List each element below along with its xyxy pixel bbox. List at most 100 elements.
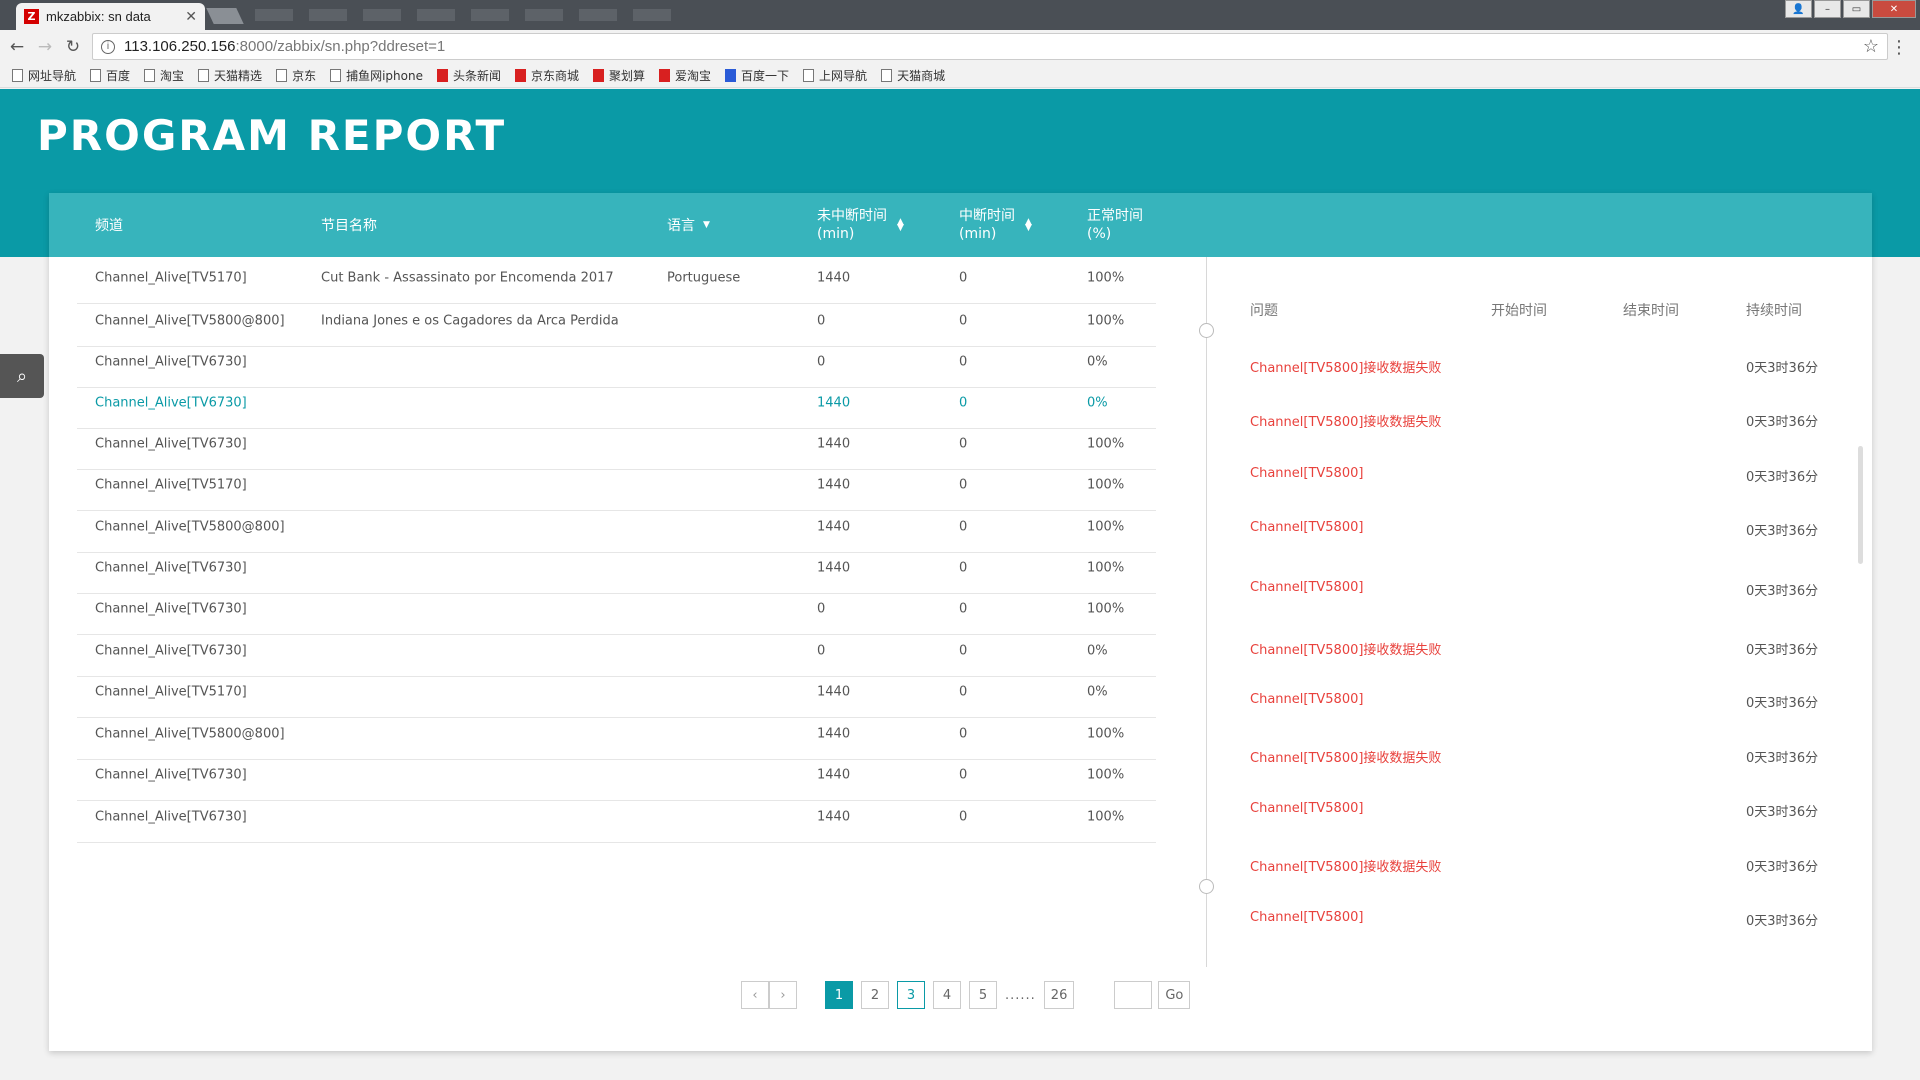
column-program: 节目名称 bbox=[321, 193, 377, 257]
bookmark-item[interactable]: 百度一下 bbox=[725, 67, 789, 84]
cell-uninterrupted: 1440 bbox=[817, 809, 851, 824]
prev-page-icon[interactable]: ‹ bbox=[741, 981, 769, 1009]
issue-row[interactable]: Channel[TV5800] 0天3时36分 bbox=[1250, 801, 1850, 821]
issue-row[interactable]: Channel[TV5800]接收数据失败 0天3时36分 bbox=[1250, 856, 1850, 876]
issue-name: Channel[TV5800] bbox=[1250, 580, 1364, 595]
page-button[interactable]: 3 bbox=[897, 981, 925, 1009]
issue-row[interactable]: Channel[TV5800] 0天3时36分 bbox=[1250, 910, 1850, 930]
close-tab-icon[interactable]: ✕ bbox=[185, 9, 197, 25]
bookmark-item[interactable]: 淘宝 bbox=[144, 67, 184, 84]
column-interrupted-unit: (min) bbox=[959, 226, 997, 242]
timeline-handle-bottom[interactable] bbox=[1199, 879, 1214, 894]
user-icon[interactable]: 👤 bbox=[1785, 0, 1812, 18]
cell-uninterrupted: 1440 bbox=[817, 395, 851, 410]
cell-interrupted: 0 bbox=[959, 767, 968, 782]
pagination: ‹ › 12345 ...... 26 Go bbox=[741, 981, 1198, 1009]
bookmark-item[interactable]: 上网导航 bbox=[803, 67, 867, 84]
bookmark-item[interactable]: 捕鱼网iphone bbox=[330, 67, 423, 84]
cell-channel: Channel_Alive[TV5170] bbox=[95, 477, 247, 492]
cell-uninterrupted: 0 bbox=[817, 313, 826, 328]
issue-name: Channel[TV5800]接收数据失败 bbox=[1250, 361, 1442, 376]
background-tabs bbox=[255, 9, 675, 21]
search-icon: ⌕ bbox=[16, 365, 28, 387]
search-button[interactable]: ⌕ bbox=[0, 354, 44, 398]
bookmark-item[interactable]: 百度 bbox=[90, 67, 130, 84]
cell-program: Cut Bank - Assassinato por Encomenda 201… bbox=[321, 270, 614, 285]
bookmark-icon bbox=[330, 69, 342, 82]
issue-row[interactable]: Channel[TV5800]接收数据失败 0天3时36分 bbox=[1250, 411, 1850, 431]
bookmark-item[interactable]: 聚划算 bbox=[593, 67, 645, 84]
browser-tab[interactable]: Z mkzabbix: sn data ✕ bbox=[16, 3, 205, 30]
page-button[interactable]: 5 bbox=[969, 981, 997, 1009]
column-language-label: 语言 bbox=[667, 218, 695, 234]
cell-uninterrupted: 0 bbox=[817, 601, 826, 616]
new-tab-button[interactable] bbox=[206, 8, 244, 24]
column-interrupted[interactable]: 中断时间 (min) ▲ ▼ bbox=[959, 193, 1032, 257]
cell-uninterrupted: 1440 bbox=[817, 519, 851, 534]
issue-row[interactable]: Channel[TV5800]接收数据失败 0天3时36分 bbox=[1250, 639, 1850, 659]
page: PROGRAM REPORT ⌕ 频道 节目名称 语言 ▼ 未中断时间 (min… bbox=[0, 89, 1920, 1080]
forward-icon[interactable]: → bbox=[34, 36, 56, 58]
page-jump-input[interactable] bbox=[1114, 981, 1153, 1009]
issue-row[interactable]: Channel[TV5800]接收数据失败 0天3时36分 bbox=[1250, 747, 1850, 767]
issue-name: Channel[TV5800]接收数据失败 bbox=[1250, 751, 1442, 766]
issues-scrollbar[interactable] bbox=[1858, 446, 1863, 564]
maximize-icon[interactable]: ▭ bbox=[1843, 0, 1870, 18]
sort-icon[interactable]: ▲ ▼ bbox=[897, 218, 904, 233]
cell-normal: 100% bbox=[1087, 767, 1125, 782]
cell-channel: Channel_Alive[TV5800@800] bbox=[95, 313, 285, 328]
window-close-icon[interactable]: ✕ bbox=[1872, 0, 1916, 18]
issue-name: Channel[TV5800] bbox=[1250, 520, 1364, 535]
last-page-button[interactable]: 26 bbox=[1043, 981, 1075, 1009]
column-normal-unit: (%) bbox=[1087, 226, 1112, 242]
cell-interrupted: 0 bbox=[959, 684, 968, 699]
issue-row[interactable]: Channel[TV5800] 0天3时36分 bbox=[1250, 466, 1850, 486]
timeline-handle-top[interactable] bbox=[1199, 323, 1214, 338]
issue-row[interactable]: Channel[TV5800] 0天3时36分 bbox=[1250, 520, 1850, 540]
column-uninterrupted[interactable]: 未中断时间 (min) ▲ ▼ bbox=[817, 193, 904, 257]
page-button[interactable]: 2 bbox=[861, 981, 889, 1009]
issue-duration: 0天3时36分 bbox=[1746, 643, 1819, 658]
dropdown-arrow-icon[interactable]: ▼ bbox=[703, 220, 710, 230]
page-button[interactable]: 1 bbox=[825, 981, 853, 1009]
sort-icon[interactable]: ▲ ▼ bbox=[1025, 218, 1032, 233]
issue-row[interactable]: Channel[TV5800] 0天3时36分 bbox=[1250, 692, 1850, 712]
reload-icon[interactable]: ↻ bbox=[62, 36, 84, 58]
cell-interrupted: 0 bbox=[959, 354, 968, 369]
go-button[interactable]: Go bbox=[1158, 981, 1191, 1009]
bookmark-icon bbox=[436, 69, 448, 82]
issue-row[interactable]: Channel[TV5800]接收数据失败 0天3时36分 bbox=[1250, 357, 1850, 377]
column-uninterrupted-label: 未中断时间 bbox=[817, 208, 887, 224]
bookmark-item[interactable]: 头条新闻 bbox=[436, 67, 501, 84]
bookmark-label: 网址导航 bbox=[28, 69, 77, 83]
bookmark-item[interactable]: 爱淘宝 bbox=[659, 67, 711, 84]
issues-col-problem: 问题 bbox=[1250, 303, 1278, 319]
issue-duration: 0天3时36分 bbox=[1746, 470, 1819, 485]
bookmark-item[interactable]: 网址导航 bbox=[12, 67, 76, 84]
issue-duration: 0天3时36分 bbox=[1746, 805, 1819, 820]
site-info-icon[interactable]: i bbox=[101, 39, 115, 54]
page-button[interactable]: 4 bbox=[933, 981, 961, 1009]
bookmark-item[interactable]: 天猫精选 bbox=[198, 67, 262, 84]
cell-uninterrupted: 1440 bbox=[817, 560, 851, 575]
issue-row[interactable]: Channel[TV5800] 0天3时36分 bbox=[1250, 580, 1850, 600]
cell-normal: 0% bbox=[1087, 643, 1108, 658]
column-channel-label: 频道 bbox=[95, 218, 123, 234]
minimize-icon[interactable]: – bbox=[1814, 0, 1841, 18]
bookmark-label: 京东 bbox=[292, 69, 317, 83]
bookmark-star-icon[interactable]: ☆ bbox=[1863, 36, 1879, 57]
bookmark-item[interactable]: 京东商城 bbox=[514, 67, 579, 84]
browser-menu-icon[interactable]: ⋮ bbox=[1890, 37, 1908, 58]
back-icon[interactable]: ← bbox=[6, 36, 28, 58]
bookmark-item[interactable]: 京东 bbox=[276, 67, 316, 84]
cell-channel: Channel_Alive[TV6730] bbox=[95, 643, 247, 658]
issue-duration: 0天3时36分 bbox=[1746, 361, 1819, 376]
bookmark-icon bbox=[659, 69, 671, 82]
table-row[interactable]: Channel_Alive[TV6730] 1440 0 100% bbox=[77, 791, 1156, 843]
bookmark-item[interactable]: 天猫商城 bbox=[881, 67, 945, 84]
issues-col-start: 开始时间 bbox=[1491, 303, 1547, 319]
url-input[interactable]: i 113.106.250.156 :8000/zabbix/sn.php?dd… bbox=[92, 33, 1888, 60]
next-page-icon[interactable]: › bbox=[769, 981, 797, 1009]
bookmark-label: 京东商城 bbox=[530, 69, 579, 83]
column-language[interactable]: 语言 ▼ bbox=[667, 193, 710, 257]
